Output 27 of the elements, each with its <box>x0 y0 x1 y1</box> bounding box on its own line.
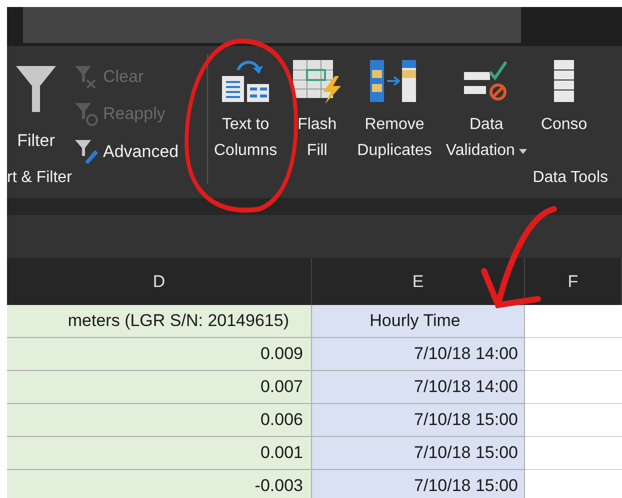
reapply-filter-icon <box>73 100 99 127</box>
table-cell: -0.003 <box>7 470 312 498</box>
funnel-icon <box>16 66 56 112</box>
flash-fill-icon <box>291 58 344 104</box>
table-cell: 7/10/18 15:00 <box>312 404 525 437</box>
table-cell: 7/10/18 14:00 <box>312 371 525 404</box>
group-label: Data Tools <box>532 168 609 188</box>
table-cell: Hourly Time <box>312 305 525 338</box>
table-cell: 7/10/18 15:00 <box>312 437 525 470</box>
ribbon-button[interactable]: Flash Fill <box>291 58 344 166</box>
consolidate-icon <box>552 58 576 104</box>
ribbon-button[interactable]: Data Validation <box>446 58 527 166</box>
ribbon-button[interactable]: Conso <box>540 58 588 166</box>
table-cell: meters (LGR S/N: 20149615) <box>7 305 312 338</box>
advanced-filter-icon <box>73 138 99 164</box>
group-label: rt & Filter <box>7 168 72 188</box>
table-cell: 0.001 <box>7 437 312 470</box>
table-cell: 7/10/18 14:00 <box>312 338 525 371</box>
table-cell: 0.006 <box>7 404 312 437</box>
ribbon-small-button[interactable]: Advanced <box>73 136 179 166</box>
column-header[interactable]: F <box>525 258 622 305</box>
table-cell: 7/10/18 15:00 <box>312 470 525 498</box>
table-cell: 0.007 <box>7 371 312 404</box>
table-cell: 0.009 <box>7 338 312 371</box>
filter-button[interactable]: Filter <box>7 58 65 166</box>
text-to-columns-icon <box>220 58 272 104</box>
ribbon-button[interactable]: Remove Duplicates <box>357 58 432 166</box>
